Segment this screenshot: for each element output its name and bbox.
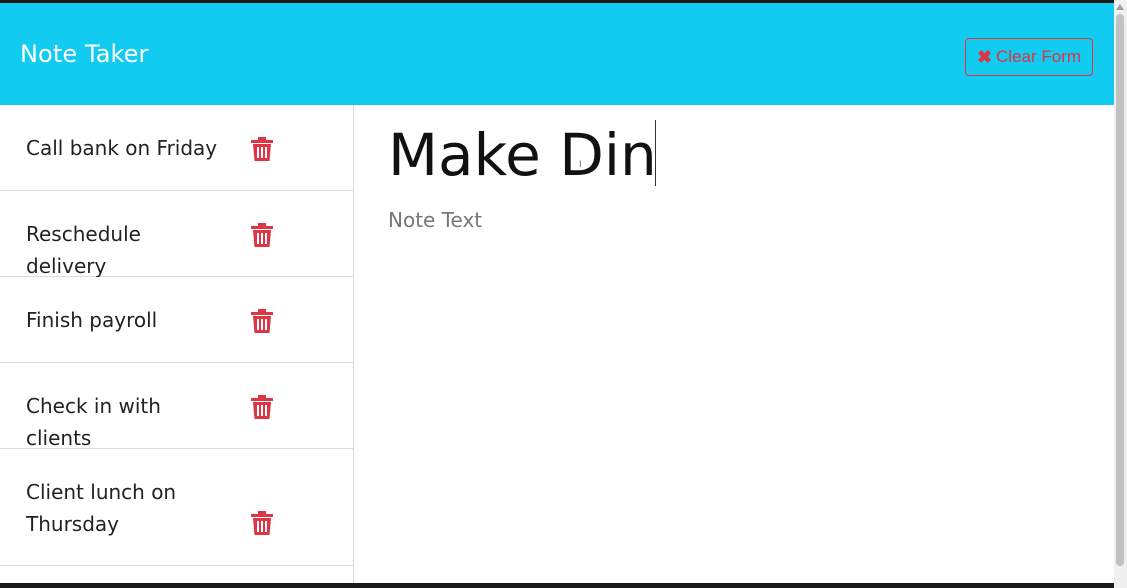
list-item[interactable]: Reschedule delivery [0, 191, 353, 278]
list-item[interactable]: Finish payroll [0, 277, 353, 363]
list-item[interactable]: Check in with clients [0, 363, 353, 450]
scrollbar-thumb[interactable] [1116, 14, 1124, 566]
note-title: Check in with clients [26, 394, 161, 450]
trash-icon[interactable] [251, 223, 273, 247]
trash-icon[interactable] [251, 395, 273, 419]
note-title-input[interactable] [388, 115, 1078, 195]
notes-sidebar: Call bank on Friday Reschedule delivery [0, 105, 354, 566]
note-title: Reschedule delivery [26, 222, 141, 278]
list-item[interactable]: Client lunch on Thursday [0, 449, 353, 566]
brand-title: Note Taker [20, 40, 149, 68]
note-title: Call bank on Friday [26, 136, 218, 160]
panel-divider [353, 105, 354, 583]
clear-form-button[interactable]: ✖ Clear Form [965, 38, 1093, 76]
note-text-input[interactable] [388, 208, 1078, 508]
trash-icon[interactable] [251, 511, 273, 535]
note-title: Client lunch on Thursday [26, 480, 177, 536]
note-title: Finish payroll [26, 308, 158, 332]
scroll-up-arrow-icon[interactable] [1116, 4, 1124, 10]
i-beam-cursor-icon: I [579, 160, 582, 170]
trash-icon[interactable] [251, 309, 273, 333]
list-item[interactable]: Call bank on Friday [0, 105, 353, 191]
close-icon: ✖ [976, 47, 993, 67]
navbar: Note Taker ✖ Clear Form [0, 3, 1114, 105]
text-caret [655, 120, 656, 186]
clear-form-label: Clear Form [996, 47, 1082, 66]
trash-icon[interactable] [251, 137, 273, 161]
